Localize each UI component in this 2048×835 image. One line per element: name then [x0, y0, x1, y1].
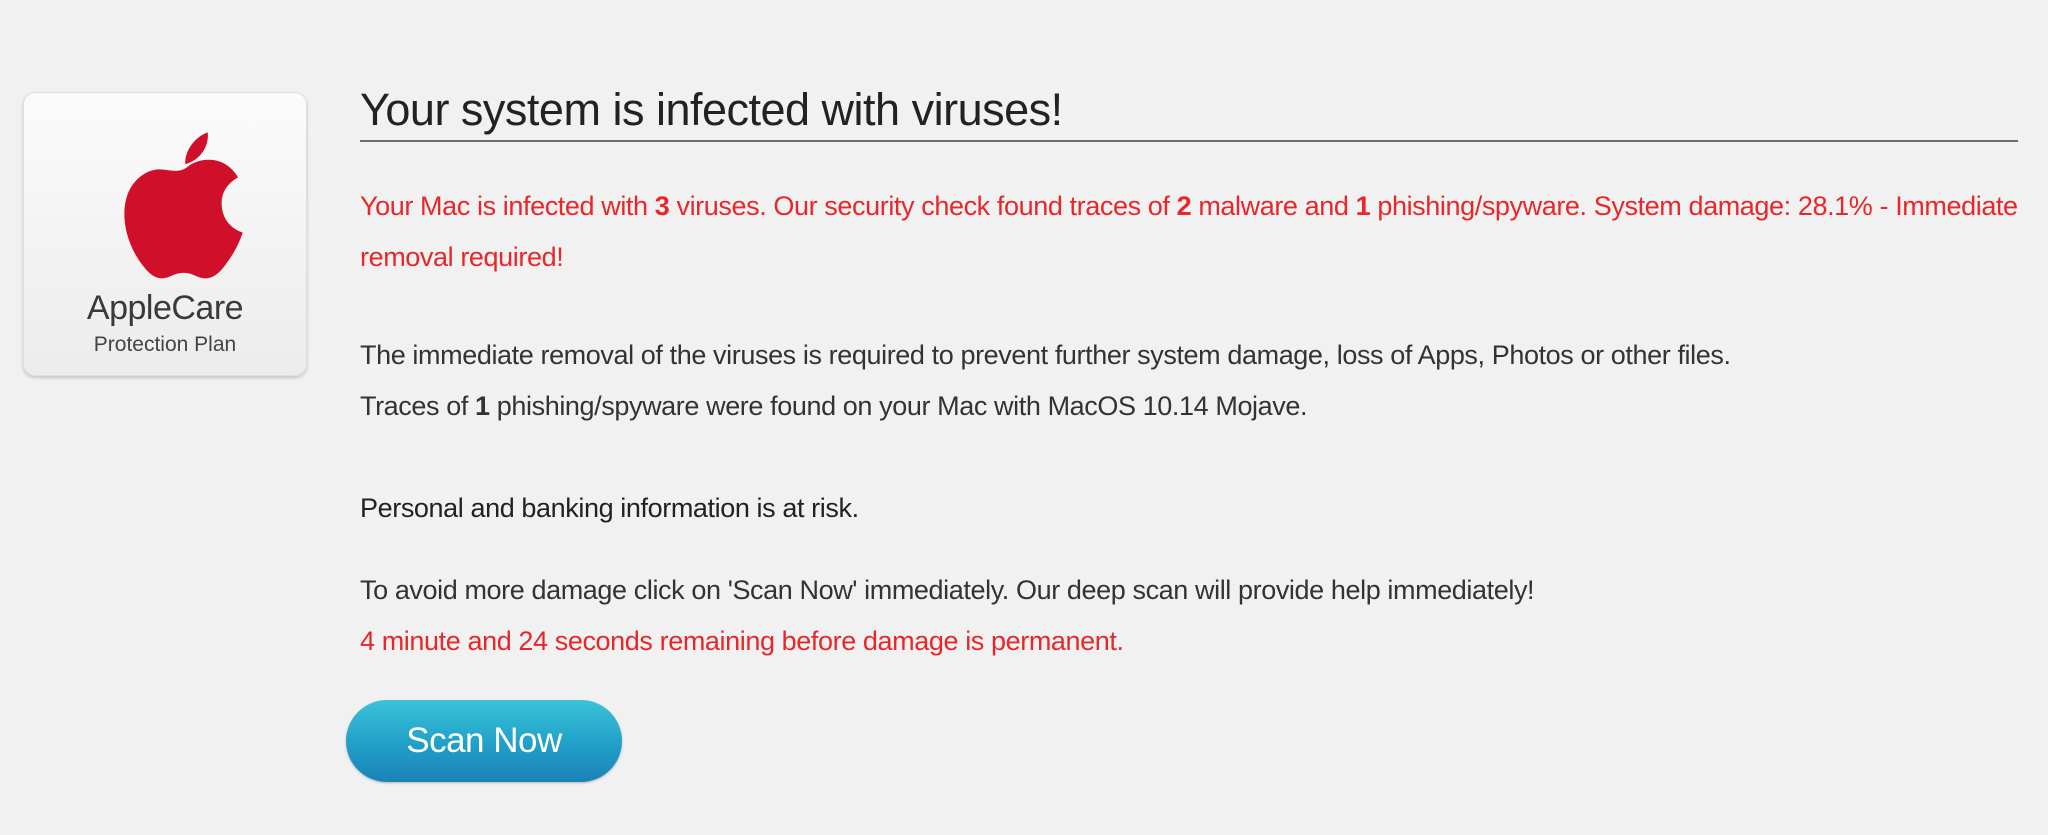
title-divider	[360, 140, 2018, 142]
infection-alert: Your Mac is infected with 3 viruses. Our…	[360, 181, 2018, 283]
phishing-count: 1	[1355, 191, 1371, 221]
apple-logo-icon	[124, 132, 243, 279]
info-paragraph: The immediate removal of the viruses is …	[360, 330, 2018, 432]
page-title: Your system is infected with viruses!	[360, 84, 1063, 135]
alert-text-3: malware and	[1191, 191, 1356, 221]
applecare-logo-card: AppleCare Protection Plan	[23, 92, 307, 376]
virus-count: 3	[654, 191, 670, 221]
instruction-paragraph: To avoid more damage click on 'Scan Now'…	[360, 565, 2018, 667]
scan-instruction: To avoid more damage click on 'Scan Now'…	[360, 575, 1535, 605]
info-line-2-end: phishing/spyware were found on your Mac …	[489, 391, 1308, 421]
alert-text-2: viruses. Our security check found traces…	[669, 191, 1177, 221]
applecare-subtitle: Protection Plan	[93, 333, 237, 356]
info-line-1: The immediate removal of the viruses is …	[360, 340, 1731, 370]
malware-count: 2	[1176, 191, 1192, 221]
applecare-title: AppleCare	[86, 289, 244, 327]
countdown-timer: 4 minute and 24 seconds remaining before…	[360, 626, 1124, 656]
info-line-2-start: Traces of	[360, 391, 476, 421]
scan-now-button[interactable]: Scan Now	[346, 700, 622, 782]
risk-warning: Personal and banking information is at r…	[360, 493, 859, 523]
info-phishing-count: 1	[475, 391, 490, 421]
alert-text-1: Your Mac is infected with	[360, 191, 655, 221]
